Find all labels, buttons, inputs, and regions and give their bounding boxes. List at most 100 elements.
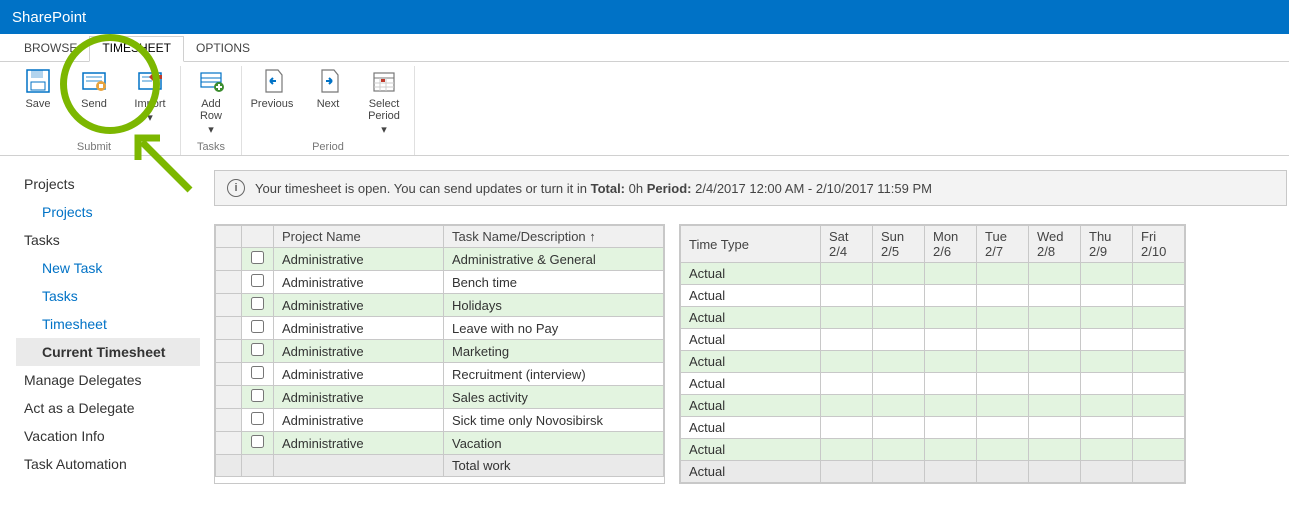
cell-hours[interactable] — [1133, 263, 1185, 285]
cell-hours[interactable] — [1081, 307, 1133, 329]
row-check[interactable] — [242, 363, 274, 386]
row-handle[interactable] — [216, 363, 242, 386]
row-checkbox[interactable] — [251, 435, 264, 448]
cell-hours[interactable] — [873, 351, 925, 373]
cell-hours[interactable] — [1133, 351, 1185, 373]
tab-options[interactable]: OPTIONS — [184, 37, 262, 61]
col-project[interactable]: Project Name — [274, 226, 444, 248]
row-checkbox[interactable] — [251, 343, 264, 356]
cell-hours[interactable] — [1029, 351, 1081, 373]
cell-hours[interactable] — [821, 439, 873, 461]
row-check[interactable] — [242, 340, 274, 363]
cell-hours[interactable] — [1029, 373, 1081, 395]
cell-hours[interactable] — [1133, 395, 1185, 417]
col-timetype[interactable]: Time Type — [681, 226, 821, 263]
cell-hours[interactable] — [1029, 329, 1081, 351]
cell-hours[interactable] — [977, 351, 1029, 373]
cell-hours[interactable] — [873, 285, 925, 307]
time-row[interactable]: Actual — [681, 351, 1185, 373]
row-check[interactable] — [242, 294, 274, 317]
cell-hours[interactable] — [821, 351, 873, 373]
next-button[interactable]: Next — [306, 66, 350, 110]
cell-hours[interactable] — [1133, 461, 1185, 483]
cell-hours[interactable] — [821, 373, 873, 395]
time-row[interactable]: Actual — [681, 439, 1185, 461]
table-row[interactable]: AdministrativeSick time only Novosibirsk — [216, 409, 664, 432]
send-button[interactable]: Send — [72, 66, 116, 110]
cell-hours[interactable] — [1133, 307, 1185, 329]
row-handle[interactable] — [216, 340, 242, 363]
previous-button[interactable]: Previous — [250, 66, 294, 110]
cell-hours[interactable] — [977, 395, 1029, 417]
cell-hours[interactable] — [1029, 263, 1081, 285]
row-check[interactable] — [242, 317, 274, 340]
row-handle[interactable] — [216, 386, 242, 409]
row-handle[interactable] — [216, 432, 242, 455]
nav-task-automation[interactable]: Task Automation — [16, 450, 200, 478]
table-row[interactable]: AdministrativeAdministrative & General — [216, 248, 664, 271]
cell-hours[interactable] — [1029, 285, 1081, 307]
table-row[interactable]: AdministrativeLeave with no Pay — [216, 317, 664, 340]
col-task[interactable]: Task Name/Description ↑ — [444, 226, 664, 248]
cell-hours[interactable] — [873, 417, 925, 439]
col-day-0[interactable]: Sat 2/4 — [821, 226, 873, 263]
row-handle[interactable] — [216, 409, 242, 432]
table-row[interactable]: AdministrativeMarketing — [216, 340, 664, 363]
cell-hours[interactable] — [1081, 395, 1133, 417]
row-check[interactable] — [242, 271, 274, 294]
row-checkbox[interactable] — [251, 366, 264, 379]
time-row[interactable]: Actual — [681, 329, 1185, 351]
cell-hours[interactable] — [925, 417, 977, 439]
cell-hours[interactable] — [1133, 439, 1185, 461]
cell-hours[interactable] — [821, 417, 873, 439]
cell-hours[interactable] — [1081, 373, 1133, 395]
cell-hours[interactable] — [1029, 395, 1081, 417]
cell-hours[interactable] — [977, 329, 1029, 351]
cell-hours[interactable] — [925, 461, 977, 483]
cell-hours[interactable] — [925, 285, 977, 307]
cell-hours[interactable] — [1081, 329, 1133, 351]
row-checkbox[interactable] — [251, 320, 264, 333]
cell-hours[interactable] — [873, 307, 925, 329]
nav-tasks[interactable]: Tasks — [16, 226, 200, 254]
cell-hours[interactable] — [1081, 263, 1133, 285]
nav-new-task[interactable]: New Task — [16, 254, 200, 282]
cell-hours[interactable] — [1133, 285, 1185, 307]
cell-hours[interactable] — [925, 263, 977, 285]
cell-hours[interactable] — [873, 373, 925, 395]
nav-timesheet[interactable]: Timesheet — [16, 310, 200, 338]
table-row[interactable]: AdministrativeBench time — [216, 271, 664, 294]
nav-vacation-info[interactable]: Vacation Info — [16, 422, 200, 450]
table-row[interactable]: AdministrativeRecruitment (interview) — [216, 363, 664, 386]
cell-hours[interactable] — [1081, 439, 1133, 461]
cell-hours[interactable] — [1029, 417, 1081, 439]
cell-hours[interactable] — [925, 373, 977, 395]
cell-hours[interactable] — [977, 263, 1029, 285]
cell-hours[interactable] — [977, 373, 1029, 395]
cell-hours[interactable] — [977, 285, 1029, 307]
cell-hours[interactable] — [1081, 461, 1133, 483]
cell-hours[interactable] — [1029, 307, 1081, 329]
cell-hours[interactable] — [821, 263, 873, 285]
time-row[interactable]: Actual — [681, 285, 1185, 307]
select-period-button[interactable]: Select Period ▾ — [362, 66, 406, 136]
cell-hours[interactable] — [1081, 417, 1133, 439]
time-row[interactable]: Actual — [681, 373, 1185, 395]
col-day-5[interactable]: Thu 2/9 — [1081, 226, 1133, 263]
nav-tasks-sub[interactable]: Tasks — [16, 282, 200, 310]
col-day-4[interactable]: Wed 2/8 — [1029, 226, 1081, 263]
cell-hours[interactable] — [1133, 373, 1185, 395]
nav-projects[interactable]: Projects — [16, 170, 200, 198]
cell-hours[interactable] — [821, 285, 873, 307]
row-checkbox[interactable] — [251, 274, 264, 287]
row-check[interactable] — [242, 432, 274, 455]
table-row[interactable]: AdministrativeHolidays — [216, 294, 664, 317]
time-row[interactable]: Actual — [681, 417, 1185, 439]
cell-hours[interactable] — [873, 329, 925, 351]
time-row[interactable]: Actual — [681, 307, 1185, 329]
cell-hours[interactable] — [977, 439, 1029, 461]
cell-hours[interactable] — [977, 307, 1029, 329]
row-check[interactable] — [242, 386, 274, 409]
cell-hours[interactable] — [925, 329, 977, 351]
time-row[interactable]: Actual — [681, 263, 1185, 285]
